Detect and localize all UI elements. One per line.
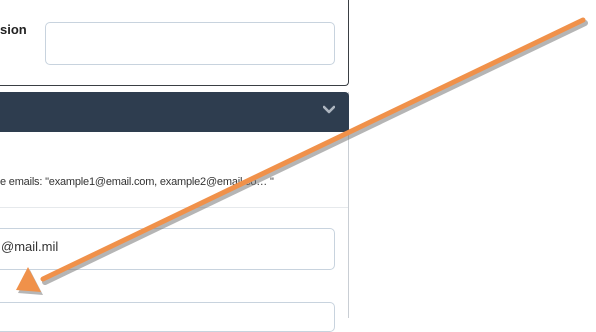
email-panel: e emails: "example1@email.com, example2@… [0, 92, 349, 332]
text-input[interactable] [45, 22, 335, 65]
email-input-value: @mail.mil [1, 239, 59, 254]
panel-header[interactable] [0, 92, 349, 132]
form-card: sion [0, 0, 349, 86]
chevron-down-icon[interactable] [323, 104, 335, 116]
divider [0, 207, 348, 208]
field-label: sion [0, 22, 27, 37]
email-input[interactable]: @mail.mil [0, 228, 335, 270]
email-hint-text: e emails: "example1@email.com, example2@… [0, 176, 274, 188]
text-input[interactable] [0, 302, 335, 332]
